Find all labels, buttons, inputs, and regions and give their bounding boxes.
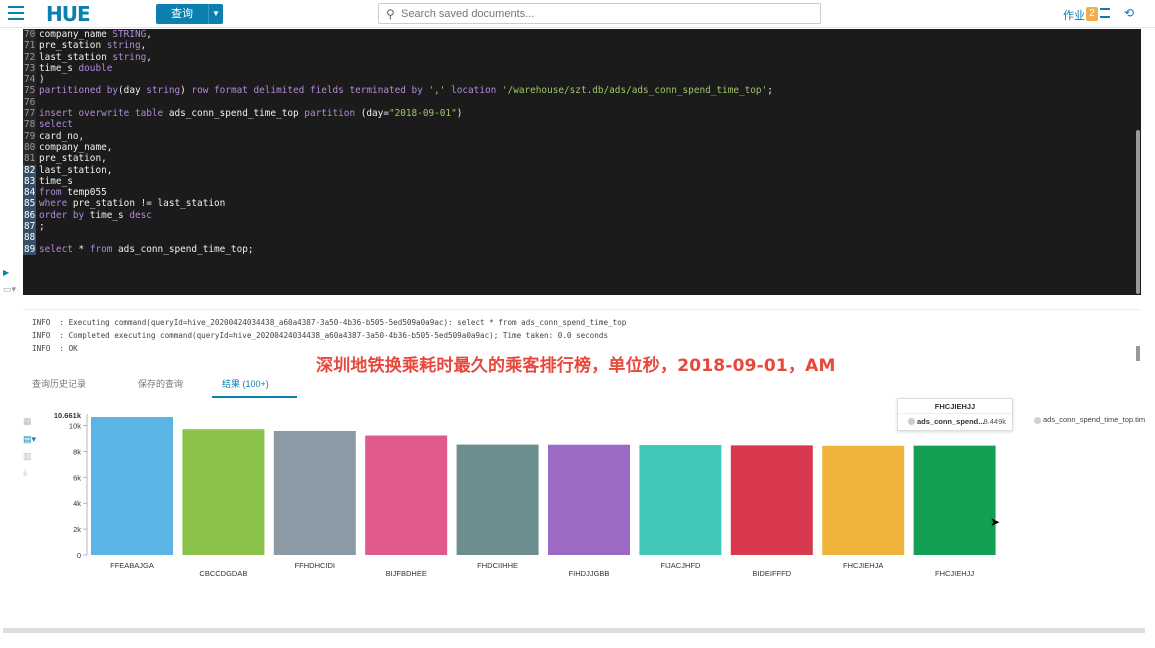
tooltip-series: ads_conn_spend...	[917, 417, 985, 426]
tooltip-dot	[908, 418, 915, 425]
x-tick-label: FIJACJHFD	[660, 561, 701, 570]
x-tick-label: FFEABAJGA	[110, 561, 154, 570]
y-tick-label: 2k	[73, 525, 81, 534]
tooltip-title: FHCJIEHJJ	[898, 399, 1012, 414]
bar	[182, 429, 265, 555]
x-tick-label: BIJFBDHEE	[386, 569, 427, 578]
bar	[548, 444, 630, 555]
y-tick-label: 10k	[69, 422, 81, 431]
x-tick-label: FHCJIEHJA	[843, 561, 883, 570]
mouse-cursor: ➤	[990, 515, 1001, 529]
bar	[456, 444, 539, 555]
bar	[913, 445, 996, 555]
bar	[822, 445, 905, 555]
x-tick-label: FHDCIIHHE	[477, 561, 518, 570]
horizontal-scrollbar[interactable]	[3, 628, 1145, 633]
bar	[365, 435, 448, 555]
y-max-label: 10.661k	[54, 411, 82, 420]
bar	[273, 430, 356, 555]
bar-chart: 0 2k 4k 6k 8k 10k 10.661k FFEABAJGA CBCCDGDAB FFH…	[54, 411, 996, 578]
x-tick-label: BIDEIFFFD	[752, 569, 791, 578]
tooltip-value: 8.449k	[983, 417, 1006, 426]
y-tick-label: 4k	[73, 499, 81, 508]
y-tick-label: 0	[77, 551, 81, 560]
chart-tooltip: FHCJIEHJJ ads_conn_spend... 8.449k	[897, 398, 1013, 431]
bar	[730, 445, 813, 555]
x-tick-label: FIHDJJGBB	[569, 569, 610, 578]
x-tick-label: FHCJIEHJJ	[935, 569, 974, 578]
bar	[91, 417, 173, 555]
legend-label: ads_conn_spend_time_top.tim	[1043, 415, 1146, 424]
y-tick-label: 8k	[73, 447, 81, 456]
bar	[639, 444, 722, 555]
chart-legend[interactable]: ads_conn_spend_time_top.tim	[1034, 415, 1145, 424]
legend-dot	[1034, 416, 1041, 424]
x-tick-label: FFHDHCIDI	[295, 561, 335, 570]
x-tick-label: CBCCDGDAB	[199, 569, 247, 578]
y-tick-label: 6k	[73, 473, 81, 482]
